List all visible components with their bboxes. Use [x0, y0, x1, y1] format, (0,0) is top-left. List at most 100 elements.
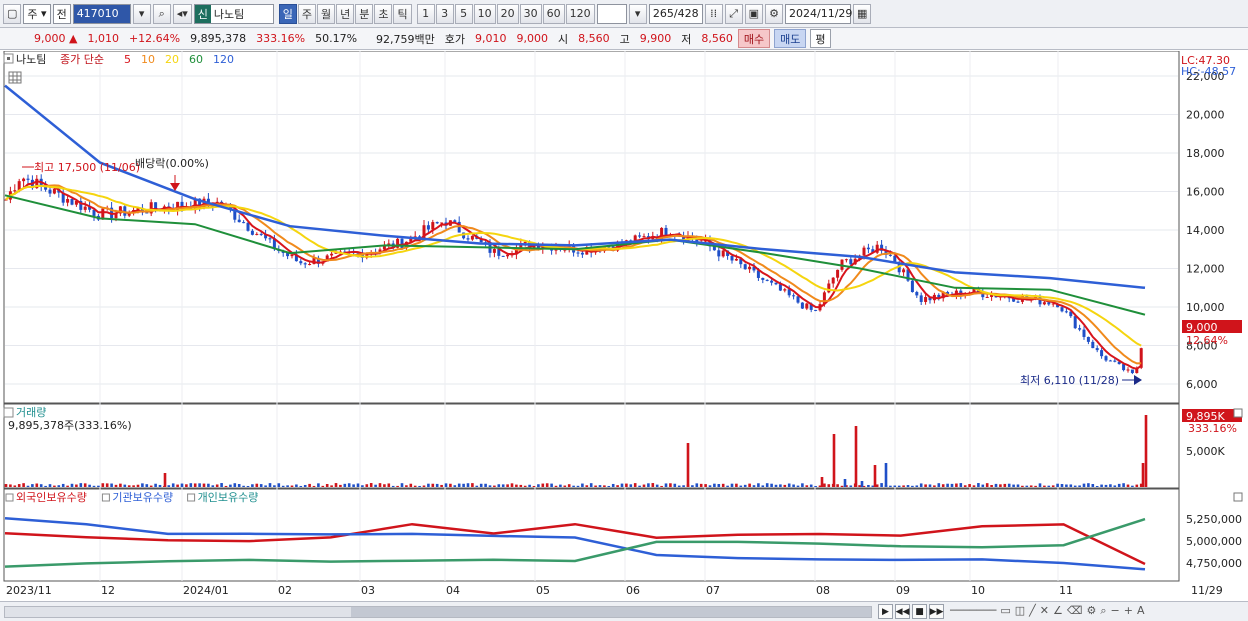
settings-grid-icon[interactable]: ⁞⁞	[704, 3, 723, 24]
volume-bar	[105, 483, 109, 487]
volume-bar	[1095, 485, 1099, 487]
stock-name-field[interactable]: 신 나노팀	[193, 3, 274, 24]
volume-bar	[493, 485, 496, 487]
settings-small-icon[interactable]: ⚙	[1086, 604, 1096, 618]
interval-tab-120[interactable]: 120	[565, 3, 595, 24]
zoom-in-icon[interactable]: +	[1124, 604, 1133, 618]
market-select[interactable]: 전	[52, 3, 71, 24]
volume-bar	[567, 484, 571, 487]
period-tab-4[interactable]: 분	[355, 3, 374, 24]
candle-body	[237, 219, 241, 223]
eval-button[interactable]: 평	[810, 29, 831, 48]
candle-body	[26, 178, 30, 180]
volume-title[interactable]: 거래량	[16, 406, 46, 419]
horizontal-scrollbar[interactable]	[4, 606, 872, 618]
interval-tab-3[interactable]: 3	[435, 3, 454, 24]
volume-bar	[642, 484, 646, 487]
legend-ma-label[interactable]: 종가 단순	[60, 53, 104, 66]
speaker-icon[interactable]: ◂▾	[172, 3, 192, 24]
date-field[interactable]: 2024/11/29	[785, 3, 852, 24]
volume-bar	[752, 485, 756, 487]
legend-stock-name[interactable]: 나노팀	[16, 53, 46, 66]
angle-tool-icon[interactable]: ∠	[1053, 604, 1063, 618]
ma-legend: 5 10 20 60 120	[124, 53, 234, 66]
volume-bar	[664, 483, 668, 487]
code-dropdown-icon[interactable]: ▾	[132, 3, 151, 24]
fast-forward-icon[interactable]: ▶▶	[929, 604, 944, 619]
chart-frames	[3, 51, 1180, 582]
interval-tab-60[interactable]: 60	[542, 3, 565, 24]
period-tab-3[interactable]: 년	[336, 3, 355, 24]
moving-averages	[4, 84, 1146, 370]
count-field[interactable]: 265/428	[648, 3, 703, 24]
interval-tab-30[interactable]: 30	[519, 3, 542, 24]
holding-panel-close-icon[interactable]	[1233, 492, 1243, 502]
window-icon[interactable]: ▢	[3, 3, 22, 24]
sell-button[interactable]: 매도	[774, 29, 807, 48]
period-tab-0[interactable]: 일	[278, 3, 297, 24]
interval-tab-20[interactable]: 20	[496, 3, 519, 24]
stop-icon[interactable]: ■	[912, 604, 927, 619]
interval-tab-1[interactable]: 1	[416, 3, 435, 24]
zoom-slider-icon[interactable]: ───────	[950, 604, 996, 618]
candle-body	[1126, 369, 1130, 371]
buy-button[interactable]: 매수	[737, 29, 771, 48]
eraser-icon[interactable]: ⌫	[1067, 604, 1083, 618]
volume-bar	[1135, 484, 1139, 487]
candle-body	[453, 220, 457, 222]
volume-bar	[211, 485, 215, 487]
holding-legend-1: 기관보유수량	[112, 491, 173, 504]
volume-bar	[145, 484, 149, 487]
volume-bar	[1131, 485, 1134, 487]
period-tab-5[interactable]: 초	[374, 3, 393, 24]
gear-icon[interactable]: ⚙	[765, 3, 784, 24]
zoom-icon[interactable]: ⌕	[1100, 604, 1106, 618]
volume-spike	[1141, 463, 1145, 487]
volume-bar	[1034, 485, 1037, 487]
interval-input[interactable]	[596, 3, 627, 24]
candle-body	[721, 250, 725, 257]
period-tab-6[interactable]: 틱	[393, 3, 412, 24]
candle-body	[70, 199, 74, 205]
zoom-out-icon[interactable]: −	[1111, 604, 1120, 618]
volume-bar	[387, 483, 391, 487]
volume-bar	[308, 483, 311, 487]
period-tab-1[interactable]: 주	[297, 3, 316, 24]
volume-bar	[259, 484, 263, 487]
candle-body	[431, 222, 435, 230]
chart-zoom-icon[interactable]: ⤢	[724, 3, 743, 24]
interval-tab-5[interactable]: 5	[454, 3, 473, 24]
font-size-icon[interactable]: A	[1137, 604, 1145, 618]
period-tab-2[interactable]: 월	[316, 3, 336, 24]
cross-tool-icon[interactable]: ✕	[1040, 604, 1049, 618]
volume-panel-close-icon[interactable]	[1233, 408, 1243, 418]
type-select[interactable]: 주 ▾	[23, 3, 51, 24]
rewind-icon[interactable]: ◀◀	[895, 604, 910, 619]
scroll-thumb[interactable]	[351, 607, 871, 617]
ask-price-2: 9,000	[516, 32, 549, 45]
volume-bar	[985, 483, 989, 487]
volume-bar	[735, 483, 738, 487]
stock-code-input[interactable]: 417010	[72, 3, 131, 24]
candle-body	[985, 296, 989, 298]
volume-bar	[242, 485, 245, 487]
interval-dropdown-icon[interactable]: ▾	[628, 3, 647, 24]
save-icon[interactable]: ▣	[744, 3, 764, 24]
volume-bar	[880, 483, 883, 487]
ma-legend-60: 60	[189, 53, 203, 66]
grid-toggle-icon[interactable]: ▭	[1000, 604, 1010, 618]
table-grid-icon[interactable]	[8, 71, 22, 84]
candle-body	[717, 250, 721, 257]
x-tick-label: 11	[1059, 584, 1073, 597]
line-tool-icon[interactable]: ╱	[1029, 604, 1036, 618]
price-chart[interactable]: 22,00020,00018,00016,00014,00012,00010,0…	[0, 51, 1248, 601]
ma-legend-120: 120	[213, 53, 234, 66]
split-view-icon[interactable]: ◫	[1015, 604, 1025, 618]
search-icon[interactable]: ⌕	[152, 3, 171, 24]
volume-bar	[924, 484, 927, 487]
x-tick-label: 12	[101, 584, 115, 597]
calendar-icon[interactable]: ▦	[853, 3, 872, 24]
interval-tab-10[interactable]: 10	[473, 3, 496, 24]
scroll-right-icon[interactable]: ▶	[878, 604, 893, 619]
holding-axis-label-1: 5,250,000	[1186, 513, 1242, 526]
